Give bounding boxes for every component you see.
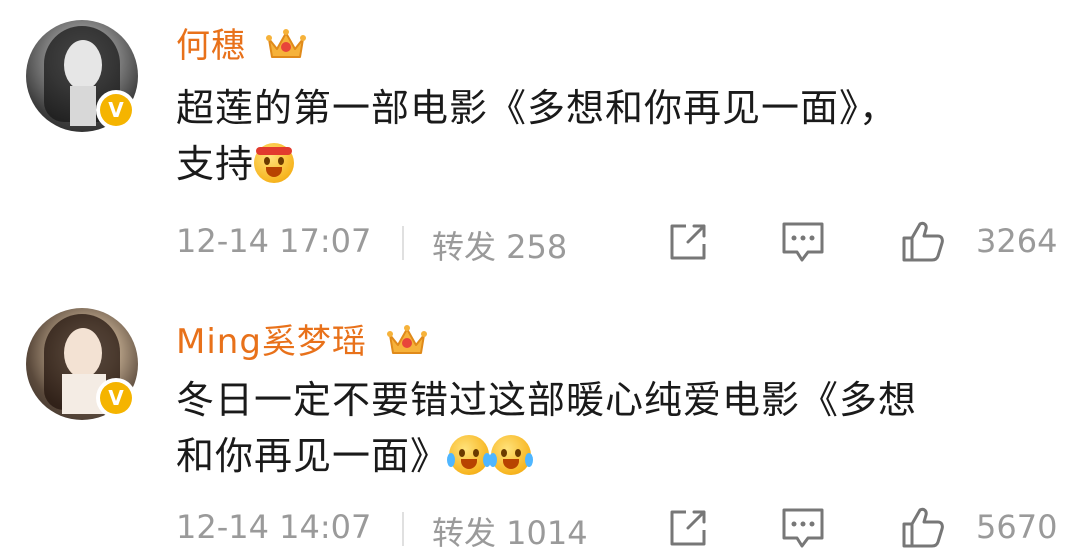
username[interactable]: 何穗 bbox=[176, 18, 306, 67]
comment-icon[interactable] bbox=[780, 506, 826, 550]
share-icon[interactable] bbox=[666, 220, 710, 264]
laugh-cry-emoji bbox=[447, 435, 492, 475]
comment-text-line2: 支持 bbox=[176, 142, 255, 186]
timestamp: 12-14 14:07 bbox=[176, 508, 372, 546]
comment-text-line1: 超莲的第一部电影《多想和你再见一面》， bbox=[176, 86, 899, 130]
divider bbox=[402, 512, 404, 546]
like-icon[interactable] bbox=[900, 504, 946, 550]
verified-v-icon: V bbox=[96, 90, 136, 130]
repost-button[interactable]: 转发 1014 bbox=[432, 508, 588, 554]
comment-text: 超莲的第一部电影《多想和你再见一面》， 支持 bbox=[176, 80, 1036, 192]
share-icon[interactable] bbox=[666, 506, 710, 550]
timestamp: 12-14 17:07 bbox=[176, 222, 372, 260]
avatar-face bbox=[64, 328, 102, 378]
username-text[interactable]: 何穗 bbox=[176, 26, 246, 66]
laugh-cry-emoji bbox=[489, 435, 534, 475]
cheer-emoji bbox=[254, 143, 295, 183]
verified-v-icon: V bbox=[96, 378, 136, 418]
comment-post: V 何穗 超莲的第一部电影《多想和你再见一面》， 支持 12-14 17:07 … bbox=[0, 0, 1080, 280]
avatar-face bbox=[64, 40, 102, 90]
divider bbox=[402, 226, 404, 260]
comment-meta: 12-14 14:07 转发 1014 5670 bbox=[176, 506, 1058, 552]
like-icon[interactable] bbox=[900, 218, 946, 264]
repost-button[interactable]: 转发 258 bbox=[432, 222, 567, 268]
comment-text-line2: 和你再见一面》 bbox=[176, 434, 450, 478]
comment-text: 冬日一定不要错过这部暖心纯爱电影《多想 和你再见一面》 bbox=[176, 372, 1036, 484]
like-count: 5670 bbox=[976, 508, 1058, 546]
comment-text-line1: 冬日一定不要错过这部暖心纯爱电影《多想 bbox=[176, 378, 918, 422]
username-text[interactable]: Ming奚梦瑶 bbox=[176, 322, 367, 362]
crown-icon bbox=[386, 325, 427, 354]
like-count: 3264 bbox=[976, 222, 1058, 260]
avatar-neck bbox=[70, 86, 96, 126]
username[interactable]: Ming奚梦瑶 bbox=[176, 314, 427, 363]
comment-icon[interactable] bbox=[780, 220, 826, 264]
comment-post: V Ming奚梦瑶 冬日一定不要错过这部暖心纯爱电影《多想 和你再见一面》 12… bbox=[0, 292, 1080, 558]
crown-icon bbox=[265, 29, 306, 58]
comment-meta: 12-14 17:07 转发 258 3264 bbox=[176, 220, 1058, 266]
